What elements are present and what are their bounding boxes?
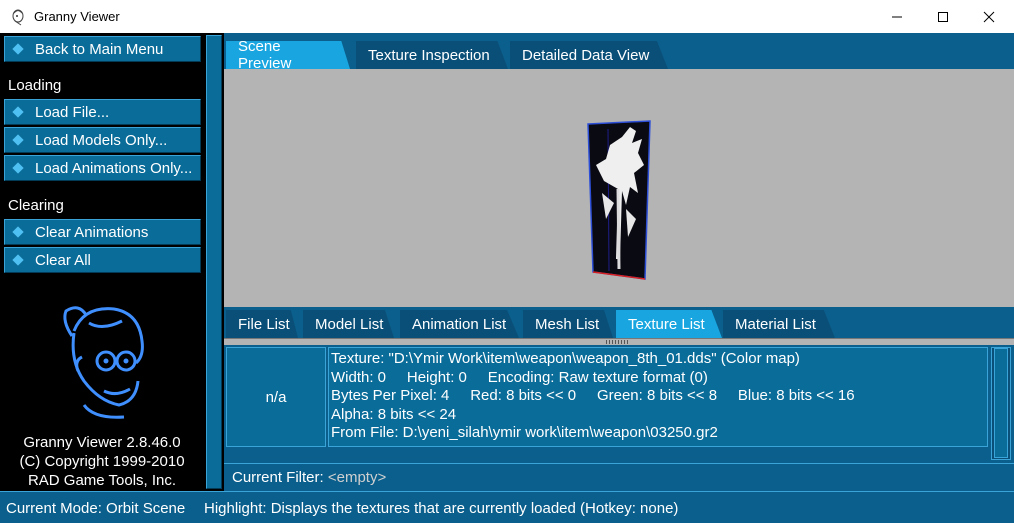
clear-all-label: Clear All	[35, 251, 91, 269]
filter-label: Current Filter:	[232, 469, 324, 486]
tab-texture-inspection[interactable]: Texture Inspection	[356, 41, 508, 69]
copyright-line: (C) Copyright 1999-2010	[19, 453, 185, 470]
load-models-only-button[interactable]: Load Models Only...	[4, 127, 201, 153]
tab-mesh-list[interactable]: Mesh List	[523, 310, 613, 338]
minimize-button[interactable]	[874, 0, 920, 33]
current-filter[interactable]: Current Filter: <empty>	[224, 463, 1014, 491]
diamond-bullet-icon	[12, 106, 24, 118]
tab-model-list[interactable]: Model List	[303, 310, 394, 338]
company-line: RAD Game Tools, Inc.	[27, 472, 177, 489]
clear-animations-button[interactable]: Clear Animations	[4, 219, 201, 245]
list-scrollbar[interactable]	[991, 347, 1011, 460]
tab-label: Animation List	[412, 315, 507, 333]
tab-detailed-data-view[interactable]: Detailed Data View	[510, 41, 668, 69]
granny-mascot-logo	[63, 306, 144, 419]
row-id-label: n/a	[265, 388, 287, 406]
back-to-main-menu-label: Back to Main Menu	[35, 40, 164, 58]
maximize-button[interactable]	[920, 0, 966, 33]
diamond-bullet-icon	[12, 254, 24, 266]
tab-label: Texture List	[628, 315, 705, 333]
filter-value: <empty>	[327, 469, 387, 486]
clear-all-button[interactable]: Clear All	[4, 247, 201, 273]
tab-animation-list[interactable]: Animation List	[400, 310, 519, 338]
main-panel: Scene Preview Texture Inspection Detaile…	[224, 33, 1014, 491]
close-button[interactable]	[966, 0, 1012, 33]
load-models-only-label: Load Models Only...	[35, 131, 168, 149]
tab-label: Scene Preview	[238, 38, 292, 72]
scrollbar-thumb[interactable]	[994, 348, 1008, 458]
tab-label: File List	[238, 315, 290, 333]
left-menu-panel: Back to Main Menu Loading Load File... L…	[0, 33, 204, 491]
close-icon	[983, 11, 995, 22]
texture-row-details[interactable]: Texture: "D:\Ymir Work\item\weapon\weapo…	[328, 347, 988, 447]
texture-source-line: From File: D:\yeni_silah\ymir work\item\…	[331, 424, 718, 441]
texture-alpha-line: Alpha: 8 bits << 24	[331, 405, 457, 423]
load-file-button[interactable]: Load File...	[4, 99, 201, 125]
tab-texture-list[interactable]: Texture List	[616, 310, 722, 338]
texture-format-line: Bytes Per Pixel: 4 Red: 8 bits << 0 Gree…	[331, 387, 855, 404]
title-bar: Granny Viewer	[0, 0, 1014, 33]
tab-label: Model List	[315, 315, 384, 333]
loading-heading: Loading	[8, 77, 62, 94]
diamond-bullet-icon	[12, 226, 24, 238]
texture-list: n/a Texture: "D:\Ymir Work\item\weapon\w…	[224, 345, 1014, 462]
diamond-bullet-icon	[12, 43, 24, 55]
tab-label: Material List	[735, 315, 816, 333]
tab-file-list[interactable]: File List	[226, 310, 298, 338]
window-title: Granny Viewer	[34, 9, 120, 24]
scene-preview-viewport[interactable]	[224, 69, 1014, 307]
tab-label: Detailed Data View	[522, 46, 650, 64]
panel-divider-handle[interactable]	[206, 35, 222, 489]
clearing-heading: Clearing	[8, 197, 64, 214]
maximize-icon	[938, 11, 948, 22]
status-bar: Current Mode: Orbit Scene Highlight: Dis…	[0, 491, 1014, 523]
weapon-model-render	[587, 120, 651, 280]
load-animations-only-button[interactable]: Load Animations Only...	[4, 155, 201, 181]
texture-size-line: Width: 0 Height: 0 Encoding: Raw texture…	[331, 368, 708, 386]
diamond-bullet-icon	[12, 162, 24, 174]
texture-path-line: Texture: "D:\Ymir Work\item\weapon\weapo…	[331, 350, 800, 367]
current-mode-text: Current Mode: Orbit Scene	[6, 500, 186, 517]
clear-animations-label: Clear Animations	[35, 223, 149, 241]
load-file-label: Load File...	[35, 103, 110, 121]
tab-label: Mesh List	[535, 315, 600, 333]
load-animations-only-label: Load Animations Only...	[35, 159, 193, 177]
version-line: Granny Viewer 2.8.46.0	[23, 434, 181, 451]
about-text: Granny Viewer 2.8.46.0 (C) Copyright 199…	[0, 433, 204, 490]
diamond-bullet-icon	[12, 134, 24, 146]
texture-row-id[interactable]: n/a	[226, 347, 326, 447]
splitter-grip-icon[interactable]	[606, 340, 628, 344]
minimize-icon	[892, 16, 902, 17]
highlight-text: Highlight: Displays the textures that ar…	[204, 500, 679, 517]
pane-splitter[interactable]	[224, 338, 1014, 345]
tab-material-list[interactable]: Material List	[723, 310, 835, 338]
panel-divider[interactable]	[204, 33, 224, 491]
tab-scene-preview[interactable]: Scene Preview	[226, 41, 350, 69]
back-to-main-menu-button[interactable]: Back to Main Menu	[4, 36, 201, 62]
granny-app-icon	[12, 9, 24, 26]
tab-label: Texture Inspection	[368, 46, 490, 64]
list-tab-bar: File List Model List Animation List Mesh…	[224, 310, 1014, 338]
view-tab-bar: Scene Preview Texture Inspection Detaile…	[224, 41, 1014, 69]
